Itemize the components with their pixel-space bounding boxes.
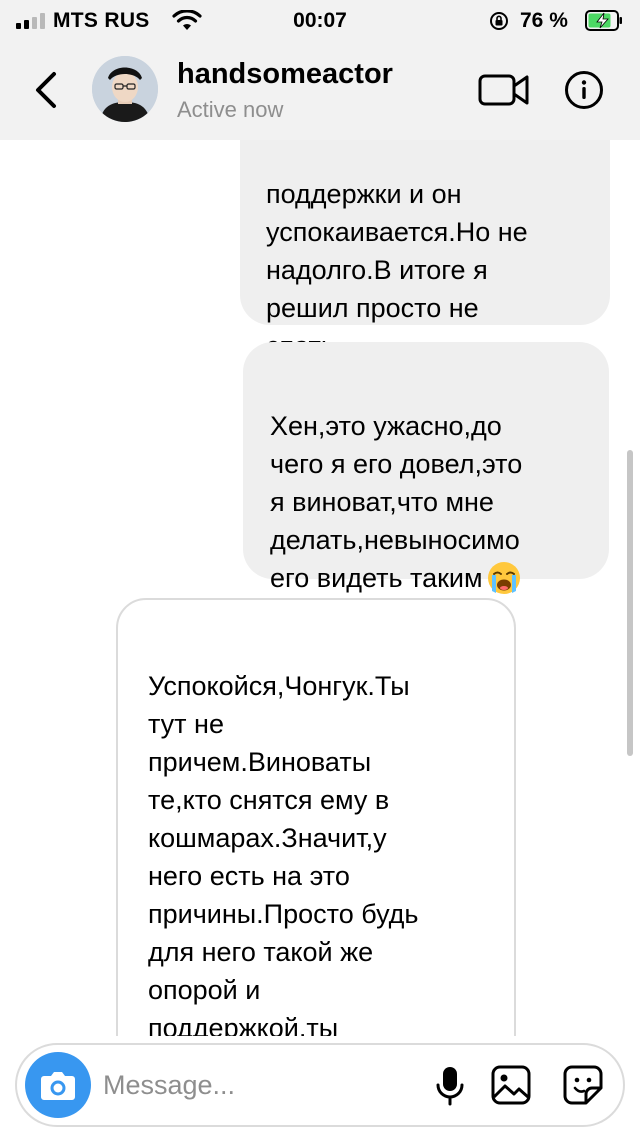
message-input[interactable] [103,1065,423,1105]
loudly-crying-face-icon [487,562,520,594]
chat-header: handsomeactor Active now [0,40,640,140]
camera-icon [41,1072,75,1100]
avatar[interactable] [92,56,158,122]
message-bubble-outgoing[interactable]: Хен,это ужасно,до чего я его довел,это я… [243,342,609,594]
scrollbar[interactable] [627,450,633,756]
microphone-icon[interactable] [435,1065,465,1107]
battery-charging-icon [585,10,622,31]
active-status: Active now [177,97,284,122]
message-bubble-incoming[interactable]: Успокойся,Чонгук.Ты тут не причем.Винова… [116,598,516,1036]
battery-percent: 76 % [520,9,568,32]
message-text: Успокойся,Чонгук.Ты тут не причем.Винова… [148,671,419,1036]
camera-button[interactable] [25,1052,91,1118]
orientation-lock-icon [490,12,508,30]
video-call-icon[interactable] [478,72,530,108]
sticker-icon[interactable] [562,1064,604,1106]
info-icon[interactable] [564,70,604,110]
message-thread[interactable]: поддержки и он успокаивается.Но не надол… [0,140,640,1036]
message-text: Хен,это ужасно,до чего я его довел,это я… [270,411,523,593]
back-button[interactable] [28,70,64,110]
status-bar: MTS RUS 00:07 76 % [0,0,640,40]
message-bubble-outgoing[interactable]: поддержки и он успокаивается.Но не надол… [240,140,610,361]
message-text: поддержки и он успокаивается.Но не надол… [266,179,528,361]
gallery-icon[interactable] [490,1064,532,1106]
profile-photo [92,56,158,122]
chat-username[interactable]: handsomeactor [177,58,393,91]
composer-bar [0,1036,640,1136]
message-composer [15,1043,625,1127]
